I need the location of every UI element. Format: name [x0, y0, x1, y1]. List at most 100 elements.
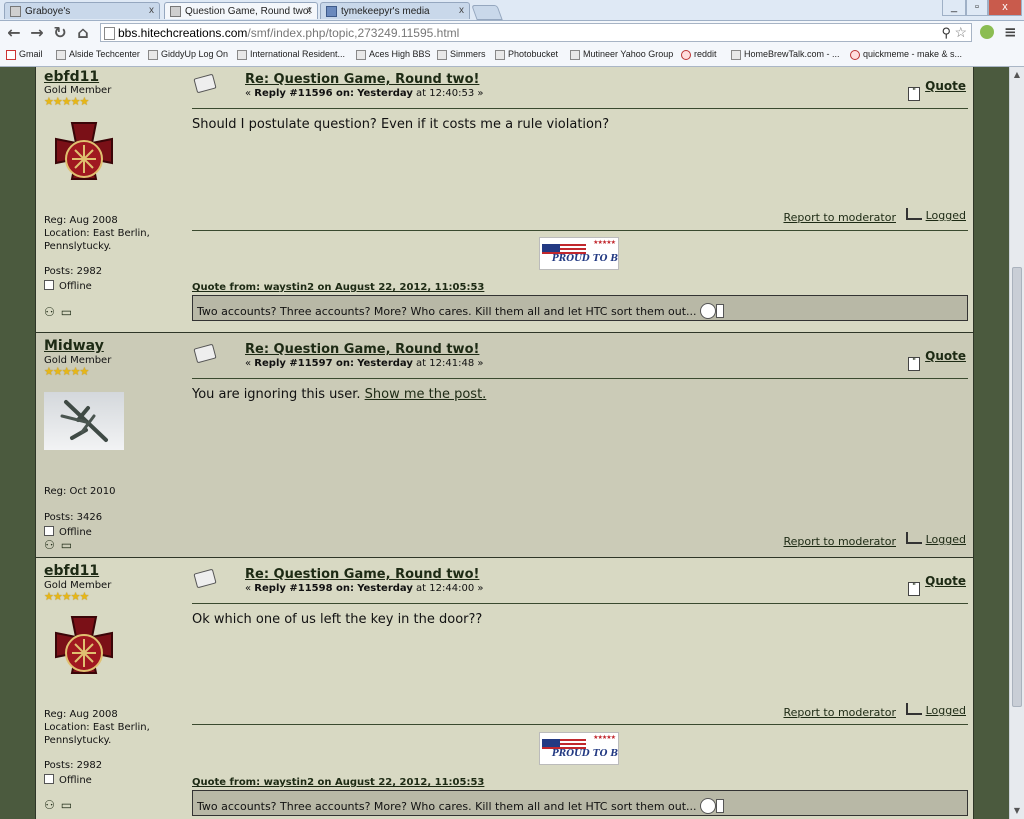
profile-icon[interactable]: ⚇: [44, 305, 55, 319]
meta-prefix: «: [245, 88, 255, 99]
divider: [192, 603, 968, 604]
report-to-moderator-link[interactable]: Report to moderator: [783, 706, 896, 719]
poster-name[interactable]: Midway: [44, 338, 104, 354]
post-subject-link[interactable]: Re: Question Game, Round two!: [245, 72, 479, 87]
meta-prefix: «: [245, 583, 255, 594]
report-to-moderator-link[interactable]: Report to moderator: [783, 211, 896, 224]
report-to-moderator-link[interactable]: Report to moderator: [783, 535, 896, 548]
ip-logged-icon: [905, 532, 922, 544]
bookmark-simmers[interactable]: Simmers: [437, 49, 486, 60]
tab-graboyes[interactable]: Graboye's x: [4, 2, 160, 19]
online-status: Offline: [44, 774, 92, 786]
flag-canton: [542, 739, 560, 747]
bookmark-label: Simmers: [450, 49, 486, 59]
tab-question-game[interactable]: Question Game, Round two! x: [164, 2, 318, 19]
close-tab-icon[interactable]: x: [459, 5, 464, 16]
aces-high-icon: [356, 50, 366, 60]
thumbs-up-icon: [715, 799, 724, 813]
bookmark-aces-high[interactable]: Aces High BBS: [356, 49, 431, 60]
signature-image: ★★★★★ PROUD TO BE AN AMERICAN: [539, 732, 619, 765]
signature-quote-box: Two accounts? Three accounts? More? Who …: [192, 790, 968, 816]
poster-actions: ⚇ ▭: [44, 538, 78, 552]
post-count: Posts: 2982: [44, 266, 103, 277]
post-subject-link[interactable]: Re: Question Game, Round two!: [245, 567, 479, 582]
status-label: Offline: [59, 527, 92, 538]
signature-quote-header[interactable]: Quote from: waystin2 on August 22, 2012,…: [192, 282, 484, 293]
vertical-scrollbar[interactable]: ▲ ▼: [1009, 67, 1024, 819]
reply-time: at 12:41:48 »: [412, 358, 484, 369]
offline-status-icon: [44, 774, 54, 784]
spitfire-airplane-icon: [44, 392, 124, 450]
quote-button[interactable]: " Quote: [908, 79, 966, 101]
tab-strip: Graboye's x Question Game, Round two! x …: [0, 0, 1024, 21]
address-bar[interactable]: bbs.hitechcreations.com/smf/index.php/to…: [100, 23, 972, 42]
bookmark-quickmeme[interactable]: quickmeme - make & s...: [850, 49, 962, 60]
back-arrow-icon[interactable]: ←: [5, 24, 23, 42]
profile-icon[interactable]: ⚇: [44, 538, 55, 552]
minimize-button[interactable]: _: [942, 0, 966, 16]
divider: [192, 108, 968, 109]
private-message-icon[interactable]: ▭: [61, 538, 72, 552]
bookmark-photobucket[interactable]: Photobucket: [495, 49, 558, 60]
post-text: Ok which one of us left the key in the d…: [192, 612, 483, 627]
post-count: Posts: 2982: [44, 760, 103, 771]
forum-post: ebfd11 Gold Member ★★★★★ Reg: Aug 2008 L…: [35, 558, 974, 819]
bookmark-label: Aces High BBS: [369, 49, 431, 59]
maximize-button[interactable]: ▫: [966, 0, 988, 16]
zoom-icon[interactable]: ⚲: [941, 25, 951, 41]
quote-icon: ": [908, 582, 921, 596]
scrollbar-thumb[interactable]: [1012, 267, 1022, 707]
logged-link[interactable]: Logged: [905, 532, 966, 546]
smiley-icon: [699, 303, 716, 319]
home-icon[interactable]: ⌂: [74, 24, 92, 42]
close-tab-icon[interactable]: x: [149, 5, 154, 16]
page-icon: [56, 50, 66, 60]
scroll-down-arrow-icon[interactable]: ▼: [1012, 806, 1022, 816]
reply-day: Yesterday: [357, 88, 413, 99]
signature-image-text: PROUD TO BE AN AMERICAN: [552, 749, 619, 759]
url-path: /smf/index.php/topic,273249.11595.html: [247, 26, 460, 40]
photobucket-icon: [495, 50, 505, 60]
post-text: You are ignoring this user. Show me the …: [192, 387, 486, 402]
new-tab-button[interactable]: [471, 5, 503, 20]
meta-prefix: «: [245, 358, 255, 369]
private-message-icon[interactable]: ▭: [61, 305, 72, 319]
quote-button[interactable]: " Quote: [908, 574, 966, 596]
bookmark-homebrewtalk[interactable]: HomeBrewTalk.com - ...: [731, 49, 840, 60]
rank-stars: ★★★★★: [44, 95, 89, 108]
post-subject-link[interactable]: Re: Question Game, Round two!: [245, 342, 479, 357]
flag-canton: [542, 244, 560, 252]
browser-toolbar: ← → ↻ ⌂ bbs.hitechcreations.com/smf/inde…: [0, 21, 1024, 46]
bookmark-alside[interactable]: Alside Techcenter: [56, 49, 140, 60]
reply-number: Reply #11598 on:: [254, 583, 355, 594]
wrench-menu-icon[interactable]: ≡: [1004, 23, 1017, 41]
bookmark-mutineer[interactable]: Mutineer Yahoo Group: [570, 49, 673, 60]
close-tab-icon[interactable]: x: [307, 5, 312, 16]
scroll-up-arrow-icon[interactable]: ▲: [1012, 70, 1022, 80]
reload-icon[interactable]: ↻: [51, 24, 69, 42]
ip-logged-icon: [905, 703, 922, 715]
logged-link[interactable]: Logged: [905, 208, 966, 222]
close-window-button[interactable]: x: [988, 0, 1022, 16]
bookmark-reddit[interactable]: reddit: [681, 49, 717, 60]
quote-button[interactable]: " Quote: [908, 349, 966, 371]
poster-name[interactable]: ebfd11: [44, 563, 99, 579]
photobucket-favicon-icon: [326, 6, 337, 17]
bookmark-gmail[interactable]: Gmail: [6, 49, 43, 60]
poster-name[interactable]: ebfd11: [44, 69, 99, 85]
post-text: Should I postulate question? Even if it …: [192, 117, 610, 132]
tab-tymekeepyr-media[interactable]: tymekeepyr's media x: [320, 2, 470, 19]
bookmark-international-resident[interactable]: International Resident...: [237, 49, 345, 60]
extension-icon[interactable]: [980, 25, 994, 39]
private-message-icon[interactable]: ▭: [61, 798, 72, 812]
signature-quote-box: Two accounts? Three accounts? More? Who …: [192, 295, 968, 321]
logged-link[interactable]: Logged: [905, 703, 966, 717]
page-icon: [237, 50, 247, 60]
profile-icon[interactable]: ⚇: [44, 798, 55, 812]
bookmark-star-icon[interactable]: ☆: [954, 24, 967, 41]
signature-quote-header[interactable]: Quote from: waystin2 on August 22, 2012,…: [192, 777, 484, 788]
reply-meta: « Reply #11598 on: Yesterday at 12:44:00…: [245, 583, 484, 594]
forward-arrow-icon[interactable]: →: [28, 24, 46, 42]
bookmark-giddyup[interactable]: GiddyUp Log On: [148, 49, 228, 60]
show-post-link[interactable]: Show me the post.: [365, 387, 487, 402]
